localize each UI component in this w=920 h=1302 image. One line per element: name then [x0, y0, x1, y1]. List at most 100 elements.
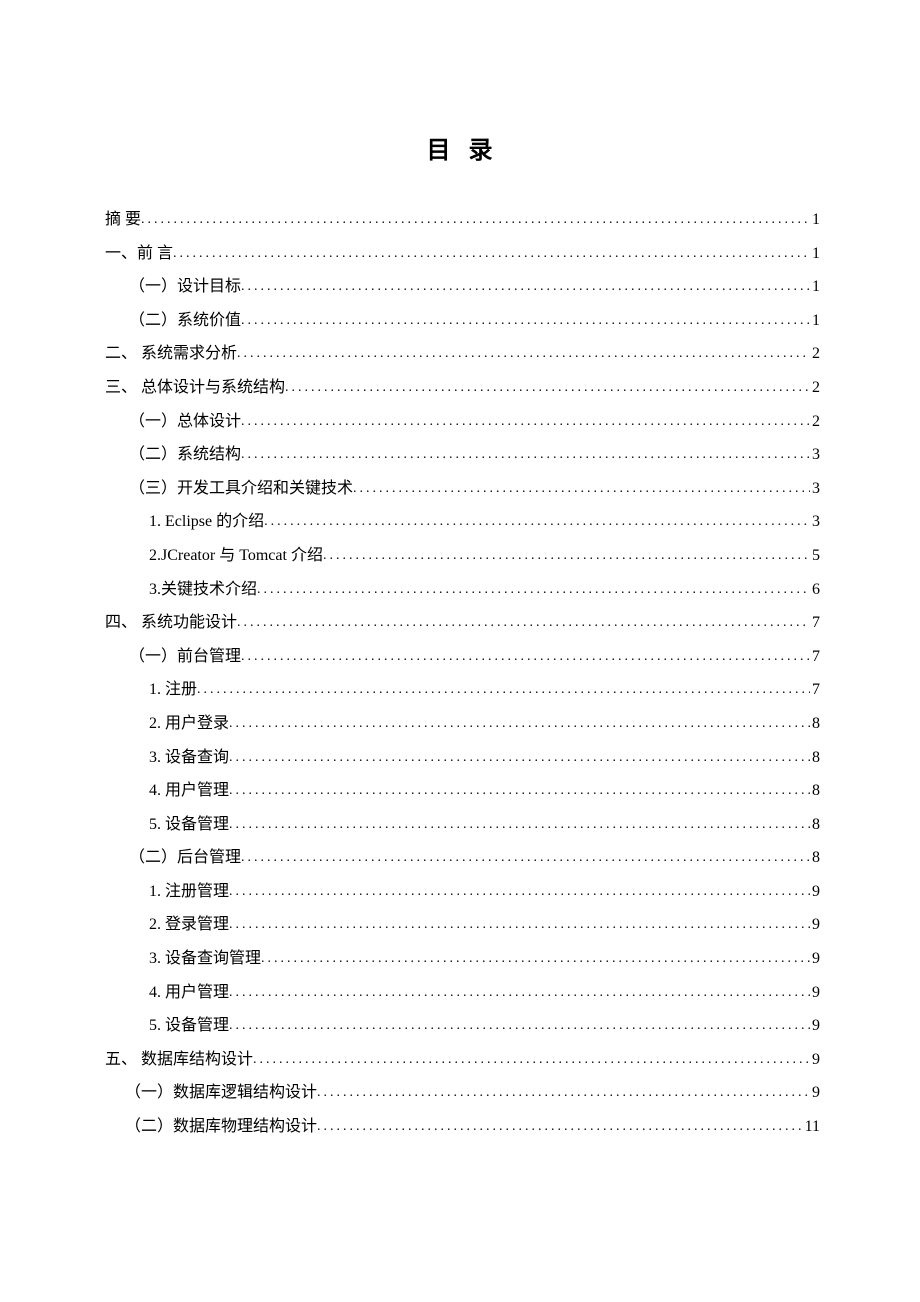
toc-entry-page: 1 [810, 270, 820, 304]
toc-dots [317, 1078, 810, 1107]
toc-dots [353, 474, 810, 503]
toc-dots [241, 306, 810, 335]
toc-entry: 一、前 言 1 [105, 237, 820, 271]
toc-entry-label: （三）开发工具介绍和关键技术 [129, 472, 353, 506]
toc-entry-page: 11 [803, 1110, 820, 1144]
toc-entry: 1. Eclipse 的介绍 3 [105, 505, 820, 539]
toc-entry-label: 四、 系统功能设计 [105, 606, 237, 640]
toc-entry-label: （一）前台管理 [129, 640, 241, 674]
toc-entry-label: 3. 设备查询管理 [149, 942, 261, 976]
toc-entry-page: 3 [810, 505, 820, 539]
page-container: 目 录 摘 要1一、前 言1（一）设计目标1（二）系统价值1二、 系统需求分析2… [0, 0, 920, 1244]
toc-entry: 3. 设备查询 8 [105, 741, 820, 775]
toc-entry-page: 9 [810, 875, 820, 909]
toc-dots [264, 507, 810, 536]
toc-entry: 二、 系统需求分析 2 [105, 337, 820, 371]
toc-dots [241, 440, 810, 469]
toc-entry-label: 4. 用户管理 [149, 774, 229, 808]
toc-dots [241, 642, 810, 671]
toc-entry-label: （二）系统价值 [129, 304, 241, 338]
toc-entry-page: 2 [810, 337, 820, 371]
toc-entry-page: 6 [810, 573, 820, 607]
toc-entry-page: 1 [810, 237, 820, 271]
toc-entry-label: 5. 设备管理 [149, 808, 229, 842]
toc-entry-label: （一）设计目标 [129, 270, 241, 304]
toc-dots [257, 575, 810, 604]
toc-dots [229, 709, 810, 738]
toc-dots [229, 743, 810, 772]
toc-entry-label: 2. 用户登录 [149, 707, 229, 741]
toc-entry-page: 8 [810, 774, 820, 808]
toc-title: 目 录 [105, 130, 820, 165]
toc-entry-label: （一）数据库逻辑结构设计 [125, 1076, 317, 1110]
toc-entry-label: （一）总体设计 [129, 405, 241, 439]
toc-entry-label: 1. Eclipse 的介绍 [149, 505, 264, 539]
toc-entry: 2.JCreator 与 Tomcat 介绍5 [105, 539, 820, 573]
toc-entry-label: 三、 总体设计与系统结构 [105, 371, 285, 405]
toc-entry: 1. 注册 7 [105, 673, 820, 707]
toc-entry: （三）开发工具介绍和关键技术 3 [105, 472, 820, 506]
toc-entry-page: 8 [810, 741, 820, 775]
toc-dots [141, 205, 810, 234]
toc-entry-page: 9 [810, 942, 820, 976]
toc-entry-label: 一、前 言 [105, 237, 173, 271]
toc-entry: 3. 设备查询管理 9 [105, 942, 820, 976]
toc-entry-label: （二）系统结构 [129, 438, 241, 472]
toc-dots [241, 407, 810, 436]
toc-entry-page: 3 [810, 438, 820, 472]
toc-entry-label: 3. 设备查询 [149, 741, 229, 775]
toc-entry: （一）设计目标 1 [105, 270, 820, 304]
toc-entry-label: 1. 注册管理 [149, 875, 229, 909]
toc-dots [197, 675, 810, 704]
toc-entry: （二）系统价值1 [105, 304, 820, 338]
toc-entry: （二）系统结构 3 [105, 438, 820, 472]
toc-entry-page: 8 [810, 841, 820, 875]
toc-entry-page: 1 [810, 203, 820, 237]
toc-entry: 三、 总体设计与系统结构 2 [105, 371, 820, 405]
toc-entry-page: 9 [810, 976, 820, 1010]
toc-dots [229, 910, 810, 939]
toc-entry: （二）后台管理 8 [105, 841, 820, 875]
toc-entry-page: 8 [810, 707, 820, 741]
toc-entry-label: 4. 用户管理 [149, 976, 229, 1010]
toc-entry-label: 五、 数据库结构设计 [105, 1043, 253, 1077]
toc-dots [229, 1011, 810, 1040]
toc-entry-page: 9 [810, 908, 820, 942]
toc-entry: （一）前台管理 7 [105, 640, 820, 674]
toc-entry-label: 1. 注册 [149, 673, 197, 707]
toc-dots [173, 239, 810, 268]
toc-dots [229, 877, 810, 906]
toc-entry: 四、 系统功能设计 7 [105, 606, 820, 640]
toc-entry: 2. 用户登录 8 [105, 707, 820, 741]
toc-entry-label: 摘 要 [105, 203, 141, 237]
toc-list: 摘 要1一、前 言1（一）设计目标1（二）系统价值1二、 系统需求分析2三、 总… [105, 203, 820, 1144]
toc-entry-page: 9 [810, 1043, 820, 1077]
toc-entry: 3.关键技术介绍 6 [105, 573, 820, 607]
toc-dots [253, 1045, 810, 1074]
toc-dots [261, 944, 810, 973]
toc-entry-page: 2 [810, 371, 820, 405]
toc-entry-label: 3.关键技术介绍 [149, 573, 257, 607]
toc-entry-page: 7 [810, 640, 820, 674]
toc-entry-label: 2.JCreator 与 Tomcat 介绍 [149, 539, 323, 573]
toc-entry-label: （二）数据库物理结构设计 [125, 1110, 317, 1144]
toc-entry: 摘 要 1 [105, 203, 820, 237]
toc-dots [229, 810, 810, 839]
toc-entry: （一）总体设计 2 [105, 405, 820, 439]
toc-entry: 5. 设备管理 9 [105, 1009, 820, 1043]
toc-entry-label: （二）后台管理 [129, 841, 241, 875]
toc-entry: 2. 登录管理 9 [105, 908, 820, 942]
toc-entry-page: 9 [810, 1009, 820, 1043]
toc-entry-label: 二、 系统需求分析 [105, 337, 237, 371]
toc-entry-label: 5. 设备管理 [149, 1009, 229, 1043]
toc-entry-page: 2 [810, 405, 820, 439]
toc-entry: 1. 注册管理 9 [105, 875, 820, 909]
toc-entry: （一）数据库逻辑结构设计9 [105, 1076, 820, 1110]
toc-dots [323, 541, 810, 570]
toc-entry-page: 3 [810, 472, 820, 506]
toc-entry-page: 7 [810, 606, 820, 640]
toc-dots [229, 776, 810, 805]
toc-dots [241, 843, 810, 872]
toc-dots [241, 272, 810, 301]
toc-entry: 4. 用户管理 8 [105, 774, 820, 808]
